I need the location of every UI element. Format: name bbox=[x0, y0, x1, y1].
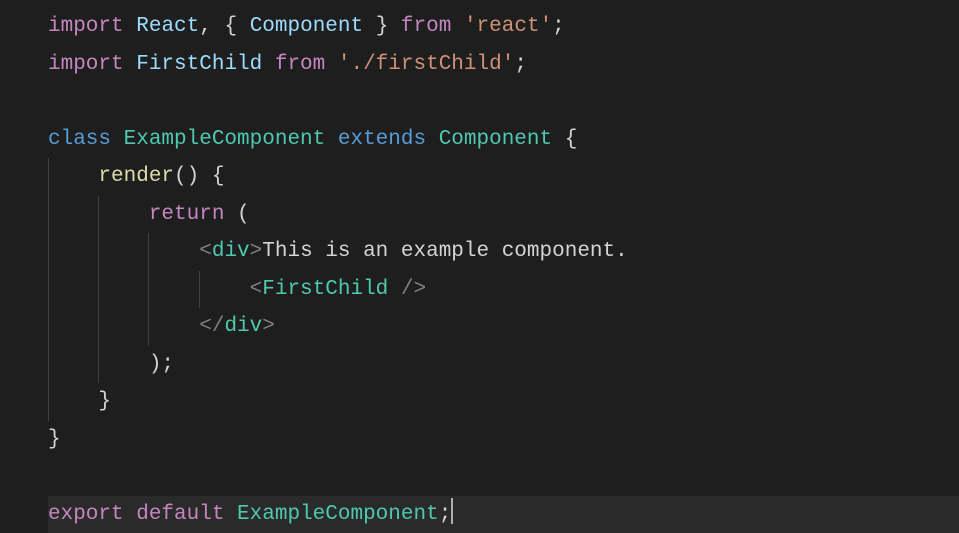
punctuation: , bbox=[199, 15, 224, 38]
punctuation: ; bbox=[514, 53, 527, 76]
jsx-bracket: </ bbox=[199, 315, 224, 338]
jsx-bracket: > bbox=[250, 240, 263, 263]
punctuation: () bbox=[174, 165, 199, 188]
indent bbox=[48, 240, 199, 263]
keyword-extends: extends bbox=[325, 128, 426, 151]
keyword-return: return bbox=[149, 203, 225, 226]
jsx-component: FirstChild bbox=[262, 278, 388, 301]
code-line[interactable]: return ( bbox=[48, 196, 959, 234]
class-name: ExampleComponent bbox=[111, 128, 325, 151]
jsx-bracket: /> bbox=[388, 278, 426, 301]
jsx-text: This is an example component. bbox=[262, 240, 627, 263]
code-line[interactable]: class ExampleComponent extends Component… bbox=[48, 121, 959, 159]
identifier: React bbox=[136, 15, 199, 38]
code-line[interactable]: import FirstChild from './firstChild'; bbox=[48, 46, 959, 84]
string-literal: './firstChild' bbox=[338, 53, 514, 76]
code-line[interactable] bbox=[48, 458, 959, 496]
code-line[interactable]: </div> bbox=[48, 308, 959, 346]
keyword-import: import bbox=[48, 53, 124, 76]
code-line[interactable]: <div>This is an example component. bbox=[48, 233, 959, 271]
jsx-tag: div bbox=[212, 240, 250, 263]
jsx-bracket: > bbox=[262, 315, 275, 338]
identifier: FirstChild bbox=[124, 53, 263, 76]
punctuation: ( bbox=[224, 203, 249, 226]
code-line[interactable]: } bbox=[48, 383, 959, 421]
indent bbox=[48, 390, 98, 413]
brace: } bbox=[363, 15, 388, 38]
class-name: Component bbox=[426, 128, 552, 151]
indent bbox=[48, 315, 199, 338]
identifier: Component bbox=[250, 15, 363, 38]
keyword-export: export bbox=[48, 503, 124, 526]
code-line[interactable]: } bbox=[48, 421, 959, 459]
brace: { bbox=[199, 165, 224, 188]
brace: } bbox=[48, 428, 61, 451]
keyword-class: class bbox=[48, 128, 111, 151]
jsx-bracket: < bbox=[199, 240, 212, 263]
code-line-active[interactable]: export default ExampleComponent; bbox=[48, 496, 959, 533]
brace: { bbox=[552, 128, 577, 151]
code-line[interactable]: render() { bbox=[48, 158, 959, 196]
keyword-from: from bbox=[262, 53, 338, 76]
string-literal: 'react' bbox=[464, 15, 552, 38]
keyword-import: import bbox=[48, 15, 124, 38]
method-name: render bbox=[98, 165, 174, 188]
code-line[interactable]: <FirstChild /> bbox=[48, 271, 959, 309]
keyword-from: from bbox=[388, 15, 464, 38]
code-line[interactable] bbox=[48, 83, 959, 121]
code-line[interactable]: ); bbox=[48, 346, 959, 384]
keyword-default: default bbox=[124, 503, 225, 526]
code-editor[interactable]: import React, { Component } from 'react'… bbox=[0, 8, 959, 533]
punctuation: ); bbox=[149, 353, 174, 376]
punctuation: ; bbox=[439, 503, 452, 526]
brace: { bbox=[224, 15, 249, 38]
text-cursor bbox=[451, 498, 453, 524]
indent bbox=[48, 165, 98, 188]
brace: } bbox=[98, 390, 111, 413]
jsx-tag: div bbox=[224, 315, 262, 338]
punctuation: ; bbox=[552, 15, 565, 38]
jsx-bracket: < bbox=[250, 278, 263, 301]
code-line[interactable]: import React, { Component } from 'react'… bbox=[48, 8, 959, 46]
identifier: ExampleComponent bbox=[224, 503, 438, 526]
